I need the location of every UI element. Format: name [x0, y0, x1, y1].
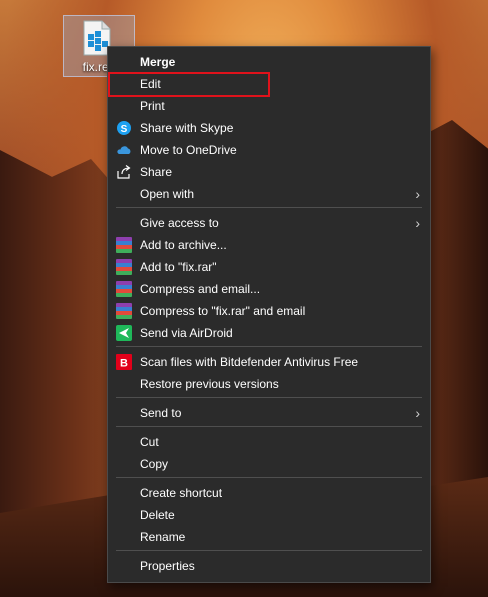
menu-separator: [116, 426, 422, 427]
menu-separator: [116, 477, 422, 478]
menu-item-share-with-skype[interactable]: S Share with Skype: [108, 117, 430, 139]
menu-item-give-access-to[interactable]: Give access to ›: [108, 212, 430, 234]
menu-item-label: Rename: [140, 530, 186, 544]
menu-item-label: Properties: [140, 559, 195, 573]
menu-item-merge[interactable]: Merge: [108, 51, 430, 73]
menu-item-move-to-onedrive[interactable]: Move to OneDrive: [108, 139, 430, 161]
menu-item-add-to-archive[interactable]: Add to archive...: [108, 234, 430, 256]
menu-item-label: Give access to: [140, 216, 219, 230]
menu-item-open-with[interactable]: Open with ›: [108, 183, 430, 205]
edit-highlight-box: [108, 72, 270, 97]
menu-item-scan-bitdefender[interactable]: B Scan files with Bitdefender Antivirus …: [108, 351, 430, 373]
menu-separator: [116, 550, 422, 551]
menu-item-rename[interactable]: Rename: [108, 526, 430, 548]
menu-separator: [116, 346, 422, 347]
menu-item-send-to[interactable]: Send to ›: [108, 402, 430, 424]
menu-item-cut[interactable]: Cut: [108, 431, 430, 453]
menu-item-label: Move to OneDrive: [140, 143, 237, 157]
menu-item-create-shortcut[interactable]: Create shortcut: [108, 482, 430, 504]
menu-separator: [116, 207, 422, 208]
menu-item-share[interactable]: Share: [108, 161, 430, 183]
menu-item-print[interactable]: Print: [108, 95, 430, 117]
menu-item-label: Share: [140, 165, 173, 179]
menu-item-label: Send to: [140, 406, 182, 420]
menu-item-label: Compress and email...: [140, 282, 261, 296]
winrar-icon: [116, 281, 132, 297]
onedrive-icon: [117, 146, 131, 154]
menu-item-label: Open with: [140, 187, 195, 201]
menu-item-label: Scan files with Bitdefender Antivirus Fr…: [140, 355, 359, 369]
menu-item-send-via-airdroid[interactable]: Send via AirDroid: [108, 322, 430, 344]
svg-text:S: S: [121, 124, 128, 135]
menu-item-label: Restore previous versions: [140, 377, 279, 391]
context-menu: Merge Edit Print S Share with Skype Move…: [107, 46, 431, 583]
airdroid-icon: [116, 325, 132, 341]
menu-item-compress-to-fix-rar-and-email[interactable]: Compress to "fix.rar" and email: [108, 300, 430, 322]
menu-item-label: Cut: [140, 435, 159, 449]
menu-item-label: Delete: [140, 508, 175, 522]
chevron-right-icon: ›: [415, 186, 420, 202]
menu-item-label: Send via AirDroid: [140, 326, 233, 340]
menu-separator: [116, 397, 422, 398]
menu-item-compress-and-email[interactable]: Compress and email...: [108, 278, 430, 300]
svg-text:B: B: [120, 358, 128, 370]
skype-icon: S: [117, 121, 131, 135]
chevron-right-icon: ›: [415, 405, 420, 421]
menu-item-label: Print: [140, 99, 165, 113]
menu-item-label: Share with Skype: [140, 121, 234, 135]
menu-item-properties[interactable]: Properties: [108, 555, 430, 577]
menu-item-label: Add to "fix.rar": [140, 260, 217, 274]
winrar-icon: [116, 259, 132, 275]
menu-item-label: Merge: [140, 55, 176, 69]
menu-item-label: Copy: [140, 457, 169, 471]
chevron-right-icon: ›: [415, 215, 420, 231]
menu-item-label: Add to archive...: [140, 238, 227, 252]
share-icon: [117, 165, 131, 179]
menu-item-add-to-fix-rar[interactable]: Add to "fix.rar": [108, 256, 430, 278]
winrar-icon: [116, 303, 132, 319]
menu-item-label: Compress to "fix.rar" and email: [140, 304, 306, 318]
winrar-icon: [116, 237, 132, 253]
menu-item-delete[interactable]: Delete: [108, 504, 430, 526]
menu-item-copy[interactable]: Copy: [108, 453, 430, 475]
bitdefender-icon: B: [116, 354, 132, 370]
menu-item-label: Create shortcut: [140, 486, 223, 500]
menu-item-restore-previous-versions[interactable]: Restore previous versions: [108, 373, 430, 395]
